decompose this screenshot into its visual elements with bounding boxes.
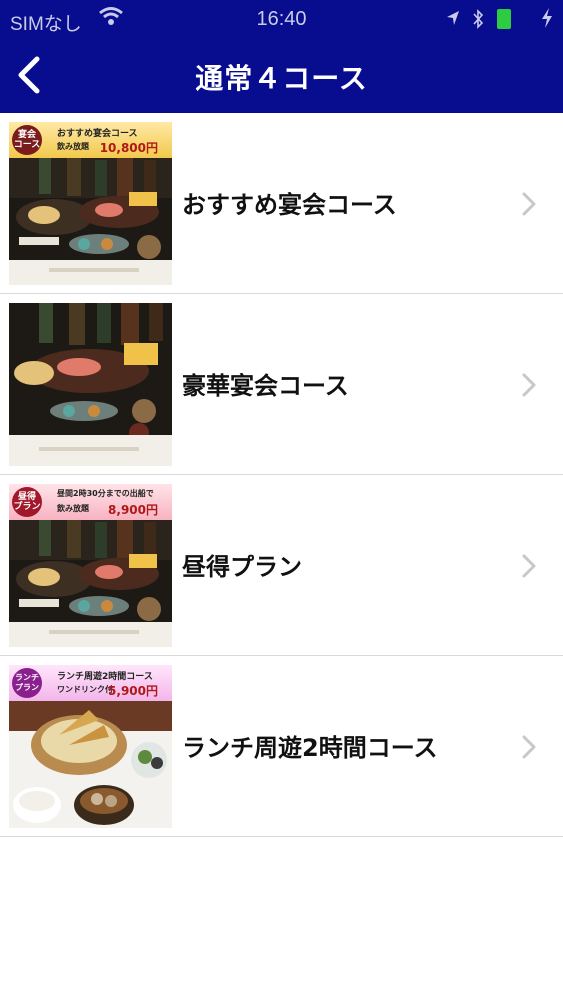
- banner-price: 5,900円: [108, 684, 158, 698]
- navigation-bar: 通常４コース: [0, 40, 563, 113]
- banner-title: おすすめ宴会コース: [57, 129, 138, 139]
- price-banner: ランチ プラン ランチ周遊2時間コース ワンドリンク付 5,900円: [9, 665, 172, 701]
- banner-price: 8,900円: [108, 503, 158, 517]
- list-item-label: 豪華宴会コース: [182, 372, 349, 400]
- chevron-right-icon: [522, 735, 536, 759]
- list-item-hirutoku-plan[interactable]: 昼得 プラン 昼間2時30分までの出船で 飲み放題 8,900円 昼得プラン: [0, 475, 563, 656]
- chevron-right-icon: [522, 373, 536, 397]
- badge: 昼得 プラン: [12, 487, 42, 517]
- status-bar: SIMなし 16:40: [0, 0, 563, 40]
- badge: 宴会 コース: [12, 125, 42, 155]
- list-item-label: 昼得プラン: [182, 553, 302, 581]
- list-item-label: おすすめ宴会コース: [182, 191, 397, 219]
- banner-subtitle: 飲み放題: [57, 142, 89, 151]
- charging-icon: [542, 8, 552, 28]
- page-title: 通常４コース: [195, 62, 368, 95]
- list-item-osusume-enkai[interactable]: 宴会 コース おすすめ宴会コース 飲み放題 10,800円 おすすめ宴会コース: [0, 113, 563, 294]
- list-item-lunch-shuyu[interactable]: ランチ プラン ランチ周遊2時間コース ワンドリンク付 5,900円 ランチ周遊…: [0, 656, 563, 837]
- badge: ランチ プラン: [12, 668, 42, 698]
- price-banner: 昼得 プラン 昼間2時30分までの出船で 飲み放題 8,900円: [9, 484, 172, 520]
- list-item-gouka-enkai[interactable]: 豪華宴会コース: [0, 294, 563, 475]
- course-image: ランチ プラン ランチ周遊2時間コース ワンドリンク付 5,900円: [9, 665, 172, 828]
- bluetooth-icon: [473, 9, 484, 29]
- list-item-label: ランチ周遊2時間コース: [182, 734, 438, 762]
- chevron-right-icon: [522, 554, 536, 578]
- course-list: 宴会 コース おすすめ宴会コース 飲み放題 10,800円 おすすめ宴会コース: [0, 113, 563, 837]
- course-image: 昼得 プラン 昼間2時30分までの出船で 飲み放題 8,900円: [9, 484, 172, 647]
- banner-title: 昼間2時30分までの出船で: [57, 489, 154, 498]
- course-image: [9, 303, 172, 466]
- course-image: 宴会 コース おすすめ宴会コース 飲み放題 10,800円: [9, 122, 172, 285]
- banner-title: ランチ周遊2時間コース: [57, 672, 153, 682]
- food-photo: [9, 303, 172, 466]
- price-banner: 宴会 コース おすすめ宴会コース 飲み放題 10,800円: [9, 122, 172, 158]
- battery-icon: [497, 9, 511, 29]
- banner-subtitle: ワンドリンク付: [57, 685, 113, 694]
- location-icon: [447, 11, 459, 25]
- banner-price: 10,800円: [99, 141, 158, 155]
- chevron-right-icon: [522, 192, 536, 216]
- banner-subtitle: 飲み放題: [57, 504, 89, 513]
